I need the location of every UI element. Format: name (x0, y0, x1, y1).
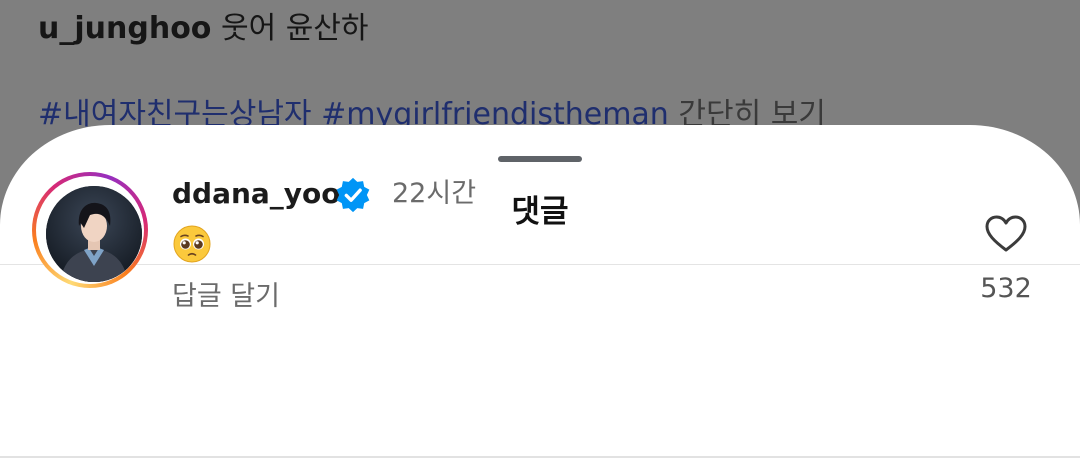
like-count: 532 (980, 273, 1032, 304)
pleading-face-icon (173, 225, 211, 263)
comment-timestamp: 22시간 (392, 178, 477, 209)
divider (0, 456, 1080, 458)
sheet-drag-handle[interactable] (498, 156, 582, 162)
post-caption: u_junghoo 웃어 윤산하 (38, 10, 369, 48)
comment-username[interactable]: ddana_yoon (172, 175, 360, 213)
verified-badge-icon (336, 177, 370, 213)
avatar-story-ring[interactable] (32, 172, 148, 288)
heart-icon[interactable] (984, 214, 1028, 254)
avatar-photo (46, 186, 142, 282)
divider (0, 264, 1080, 265)
post-username[interactable]: u_junghoo (38, 11, 211, 46)
reply-button[interactable]: 답글 달기 (172, 278, 280, 316)
avatar[interactable] (46, 186, 142, 282)
comments-sheet: 댓글 (0, 125, 1080, 460)
post-caption-text: 웃어 윤산하 (220, 11, 369, 46)
sheet-title: 댓글 (511, 194, 569, 230)
